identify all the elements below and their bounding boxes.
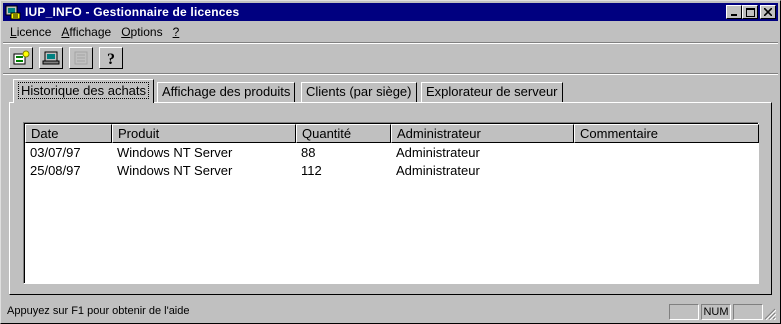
minimize-button[interactable]: [726, 5, 742, 19]
window-controls: [726, 5, 776, 19]
column-header-produit[interactable]: Produit: [112, 124, 296, 143]
menu-separator: [3, 42, 778, 44]
cell-administrateur: Administrateur: [396, 145, 480, 160]
status-pane-scroll: [733, 304, 763, 320]
close-icon: [764, 8, 772, 16]
column-header-quantite[interactable]: Quantité: [296, 124, 391, 143]
server-properties-button[interactable]: [39, 47, 63, 69]
list-header: Date Produit Quantité Administrateur Com…: [25, 124, 759, 143]
menu-bar: Licence Affichage Options ?: [5, 23, 184, 41]
cell-administrateur: Administrateur: [396, 163, 480, 178]
menu-options-rest: ptions: [130, 25, 163, 39]
cell-date: 03/07/97: [30, 145, 81, 160]
menu-help[interactable]: ?: [168, 25, 185, 39]
column-header-date[interactable]: Date: [25, 124, 112, 143]
menu-options[interactable]: Options: [116, 25, 167, 39]
help-button[interactable]: ?: [99, 47, 123, 69]
menu-affichage-rest: ffichage: [69, 25, 112, 39]
server-properties-icon: [42, 51, 60, 65]
tab-clients-label: Clients (par siège): [306, 84, 412, 99]
resize-grip-icon[interactable]: [764, 308, 776, 320]
properties-button[interactable]: [69, 47, 93, 69]
help-icon: ?: [107, 51, 115, 66]
cell-commentaire: [574, 162, 759, 180]
cell-produit: Windows NT Server: [117, 145, 233, 160]
status-bar: Appuyez sur F1 pour obtenir de l'aide NU…: [3, 302, 778, 322]
tab-affichage-produits[interactable]: Affichage des produits: [157, 82, 296, 102]
new-license-button[interactable]: [9, 47, 33, 69]
tab-historique-label: Historique des achats: [18, 82, 150, 99]
menu-licence-rest: icence: [16, 25, 52, 39]
title-bar[interactable]: IUP_INFO - Gestionnaire de licences: [3, 3, 778, 21]
toolbar-separator: [3, 73, 778, 75]
license-manager-icon[interactable]: [5, 4, 21, 20]
table-row[interactable]: 03/07/97 Windows NT Server 88 Administra…: [25, 144, 759, 162]
cell-quantite: 88: [301, 145, 316, 160]
menu-help-label: ?: [172, 25, 180, 39]
toolbar: ?: [9, 46, 129, 70]
tab-clients[interactable]: Clients (par siège): [301, 82, 417, 102]
svg-text:?: ?: [107, 51, 115, 66]
cell-quantite: 112: [301, 163, 322, 178]
tab-historique[interactable]: Historique des achats: [13, 79, 155, 103]
maximize-icon: [745, 7, 755, 17]
menu-licence-accel: L: [10, 25, 17, 39]
properties-icon: [74, 51, 88, 65]
column-header-administrateur[interactable]: Administrateur: [391, 124, 574, 143]
purchase-history-list[interactable]: Date Produit Quantité Administrateur Com…: [23, 122, 759, 284]
cell-date: 25/08/97: [30, 163, 81, 178]
minimize-icon: [731, 14, 737, 16]
tab-explorateur-label: Explorateur de serveur: [426, 84, 558, 99]
new-license-icon: [13, 50, 30, 65]
menu-affichage[interactable]: Affichage: [56, 25, 116, 39]
menu-licence[interactable]: Licence: [5, 25, 56, 39]
tab-explorateur[interactable]: Explorateur de serveur: [421, 82, 563, 102]
close-button[interactable]: [760, 5, 776, 19]
status-pane-caps: [669, 304, 699, 320]
status-help-text: Appuyez sur F1 pour obtenir de l'aide: [7, 305, 190, 317]
maximize-button[interactable]: [742, 5, 758, 19]
window-title: IUP_INFO - Gestionnaire de licences: [25, 5, 240, 19]
main-window: IUP_INFO - Gestionnaire de licences Lice…: [0, 0, 781, 324]
tab-affichage-produits-label: Affichage des produits: [162, 84, 291, 99]
status-pane-num: NUM: [701, 304, 731, 320]
menu-options-accel: O: [121, 25, 131, 39]
table-row[interactable]: 25/08/97 Windows NT Server 112 Administr…: [25, 162, 759, 180]
cell-commentaire: [574, 144, 759, 162]
column-header-commentaire[interactable]: Commentaire: [574, 124, 759, 143]
cell-produit: Windows NT Server: [117, 163, 233, 178]
